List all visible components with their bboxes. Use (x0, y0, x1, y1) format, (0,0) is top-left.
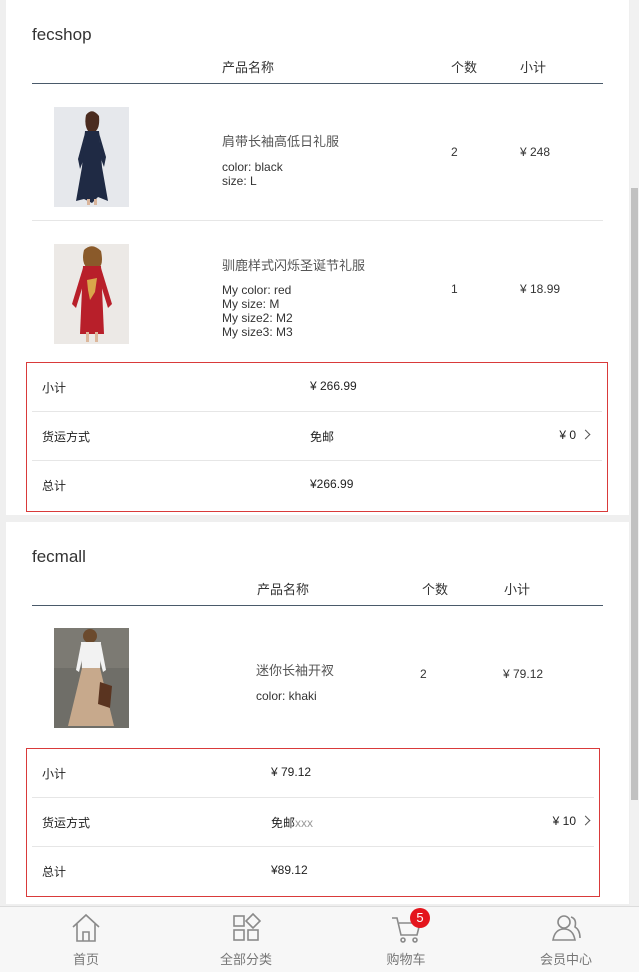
scrollbar-thumb[interactable] (631, 188, 638, 800)
store-name: fecmall (32, 547, 86, 566)
member-icon (552, 915, 581, 941)
summary-total-row: 总计 ¥89.12 (27, 847, 599, 896)
shipping-cost-selector[interactable]: ¥ 10 (552, 814, 591, 828)
summary-subtotal-row: 小计 ¥ 266.99 (27, 363, 607, 412)
store-section-fecshop: fecshop 产品名称 个数 小计 肩带长袖高低日礼服 color: blac… (6, 0, 629, 515)
subtotal-label: 小计 (42, 767, 67, 781)
row-divider (32, 220, 603, 221)
header-qty: 个数 (451, 60, 478, 75)
store-name: fecshop (32, 25, 92, 44)
subtotal-value: ¥ 79.12 (271, 765, 312, 779)
order-summary: 小计 ¥ 266.99 货运方式 免邮 ¥ 0 总计 ¥266.99 (26, 362, 608, 512)
subtotal-value: ¥ 266.99 (310, 379, 357, 393)
product-attributes: My color: red My size: M My size2: M2 My… (222, 283, 293, 339)
shipping-cost: ¥ 10 (552, 814, 576, 828)
chevron-right-icon (580, 429, 591, 440)
shipping-cost: ¥ 0 (559, 428, 576, 442)
subtotal-label: 小计 (42, 381, 67, 395)
cart-count-badge: 5 (410, 908, 430, 928)
total-value: ¥266.99 (310, 477, 354, 491)
shipping-label: 货运方式 (42, 816, 91, 830)
product-attr: My size: M (222, 297, 280, 311)
product-subtotal: ¥ 18.99 (520, 282, 561, 296)
header-divider (32, 605, 603, 606)
product-name[interactable]: 驯鹿样式闪烁圣诞节礼服 (222, 255, 365, 274)
header-subtotal: 小计 (504, 582, 531, 597)
product-image-khaki-skirt[interactable] (54, 628, 129, 728)
shipping-method-name: 免邮 (310, 430, 335, 444)
nav-label: 首页 (72, 952, 99, 967)
total-label: 总计 (42, 479, 67, 493)
product-attr: My size3: M3 (222, 325, 293, 339)
bottom-navigation: 首页 全部分类 5 购物车 会员中心 (0, 906, 639, 972)
total-value: ¥89.12 (271, 863, 308, 877)
nav-label: 全部分类 (219, 952, 272, 967)
store-section-fecmall: fecmall 产品名称 个数 小计 迷你长袖开衩 color: khaki 2… (6, 522, 629, 904)
nav-item-home[interactable]: 首页 (26, 907, 146, 972)
total-label: 总计 (42, 865, 67, 879)
shipping-label: 货运方式 (42, 430, 91, 444)
header-product-name: 产品名称 (222, 60, 275, 75)
order-summary: 小计 ¥ 79.12 货运方式 免邮xxx ¥ 10 总计 ¥89.12 (26, 748, 600, 897)
product-image-red-dress[interactable] (54, 244, 129, 344)
header-subtotal: 小计 (520, 60, 547, 75)
product-subtotal: ¥ 248 (520, 145, 551, 159)
product-qty: 2 (451, 145, 458, 159)
product-attr: color: black (222, 160, 283, 174)
shipping-method-name: 免邮 (271, 816, 296, 830)
product-image-navy-dress[interactable] (54, 107, 129, 207)
product-attributes: color: black size: L (222, 160, 283, 188)
shipping-method-extra: xxx (295, 816, 314, 830)
nav-label: 购物车 (386, 952, 426, 967)
product-attr: size: L (222, 174, 257, 188)
product-attr: My color: red (222, 283, 292, 297)
chevron-right-icon (580, 815, 591, 826)
header-product-name: 产品名称 (257, 582, 310, 597)
nav-item-categories[interactable]: 全部分类 (186, 907, 306, 972)
header-qty: 个数 (422, 582, 449, 597)
product-attr: color: khaki (256, 689, 317, 703)
nav-item-member[interactable]: 会员中心 (506, 907, 626, 972)
summary-shipping-row[interactable]: 货运方式 免邮xxx ¥ 10 (27, 798, 599, 847)
vertical-scrollbar[interactable] (630, 0, 639, 971)
shipping-cost-selector[interactable]: ¥ 0 (559, 428, 591, 442)
nav-item-cart[interactable]: 5 购物车 (346, 907, 466, 972)
nav-label: 会员中心 (539, 952, 592, 967)
product-attr: My size2: M2 (222, 311, 293, 325)
home-icon (72, 913, 100, 942)
product-qty: 2 (420, 667, 427, 681)
product-qty: 1 (451, 282, 458, 296)
summary-shipping-row[interactable]: 货运方式 免邮 ¥ 0 (27, 412, 607, 461)
header-divider (32, 83, 603, 84)
product-name[interactable]: 迷你长袖开衩 (256, 660, 334, 679)
product-name[interactable]: 肩带长袖高低日礼服 (222, 131, 339, 150)
categories-icon (233, 912, 262, 941)
shipping-method[interactable]: 免邮xxx (271, 814, 313, 831)
product-subtotal: ¥ 79.12 (503, 667, 544, 681)
summary-total-row: 总计 ¥266.99 (27, 461, 607, 510)
product-attributes: color: khaki (256, 689, 317, 703)
summary-subtotal-row: 小计 ¥ 79.12 (27, 749, 599, 798)
shipping-method[interactable]: 免邮 (310, 428, 334, 445)
